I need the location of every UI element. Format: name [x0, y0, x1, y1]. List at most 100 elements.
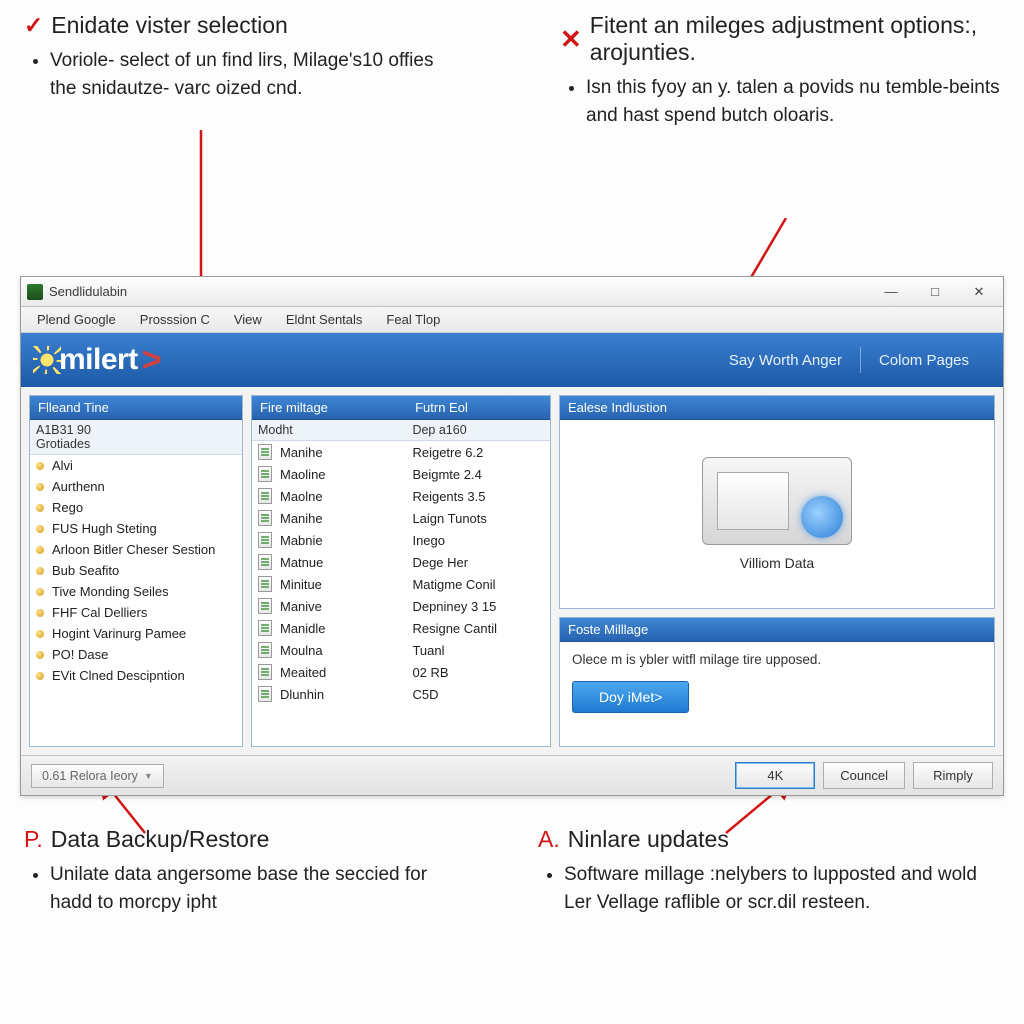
list-item[interactable]: MatnueDege Her [252, 551, 550, 573]
list-item[interactable]: Hogint Varinurg Pamee [30, 623, 242, 644]
list-item-value: Depniney 3 15 [412, 599, 544, 614]
list-item[interactable]: MabnieInego [252, 529, 550, 551]
menu-view[interactable]: View [222, 309, 274, 330]
menu-prosssion[interactable]: Prosssion C [128, 309, 222, 330]
panel-fire-miltage: Fire miltage Futrn Eol Modht Dep a160 Ma… [251, 395, 551, 747]
letter-a-icon: A. [538, 826, 560, 853]
callout-title: Fitent an mileges adjustment options:, a… [590, 12, 1000, 66]
bullet-icon [36, 672, 44, 680]
list-item-label: Hogint Varinurg Pamee [52, 626, 236, 641]
cancel-button[interactable]: Councel [823, 762, 905, 789]
list-item[interactable]: Arloon Bitler Cheser Sestion [30, 539, 242, 560]
list-item-label: Manihe [280, 511, 412, 526]
x-icon: ✕ [560, 24, 582, 55]
list-subhead[interactable]: A1B31 90 Grotiades [30, 420, 242, 455]
panel-header: Flleand Tine [30, 396, 242, 420]
bottombar: 0.61 Relora Ieory ▼ 4K Councel Rimply [21, 755, 1003, 795]
device-image [702, 457, 852, 545]
window-title: Sendlidulabin [49, 284, 127, 299]
list-item-value: Inego [412, 533, 544, 548]
touch-icon [801, 496, 843, 538]
callout-bullet: Voriole- select of un find lirs, Milage'… [50, 47, 464, 102]
list-item-label: PO! Dase [52, 647, 236, 662]
list-item[interactable]: ManiheLaign Tunots [252, 507, 550, 529]
close-button[interactable]: ✕ [957, 278, 1001, 306]
list-item[interactable]: Rego [30, 497, 242, 518]
list-item[interactable]: FHF Cal Delliers [30, 602, 242, 623]
panel-ealese-indlustion: Ealese Indlustion Villiom Data [559, 395, 995, 609]
list-item-label: Manive [280, 599, 412, 614]
list-item[interactable]: PO! Dase [30, 644, 242, 665]
bullet-icon [36, 567, 44, 575]
titlebar[interactable]: Sendlidulabin — □ ✕ [21, 277, 1003, 307]
bullet-icon [36, 588, 44, 596]
maximize-button[interactable]: □ [913, 278, 957, 306]
ok-button[interactable]: 4K [735, 762, 815, 789]
bullet-icon [36, 609, 44, 617]
list-item-value: C5D [412, 687, 544, 702]
menu-plend-google[interactable]: Plend Google [25, 309, 128, 330]
list-item-label: Alvi [52, 458, 236, 473]
list-item[interactable]: ManiveDepniney 3 15 [252, 595, 550, 617]
list-item-value: Resigne Cantil [412, 621, 544, 636]
list-item[interactable]: MaolneReigents 3.5 [252, 485, 550, 507]
list-item[interactable]: Aurthenn [30, 476, 242, 497]
callout-bottom-left: P. Data Backup/Restore Unilate data ange… [24, 826, 464, 920]
panel-foste-milllage: Foste Milllage Olece m is ybler witfl mi… [559, 617, 995, 747]
restore-label: 0.61 Relora Ieory [42, 769, 138, 783]
app-icon [27, 284, 43, 300]
list-item[interactable]: EVit Clned Descipntion [30, 665, 242, 686]
panel-body[interactable]: Modht Dep a160 ManiheReigetre 6.2Maoline… [252, 420, 550, 746]
doy-imet-button[interactable]: Doy iMet> [572, 681, 689, 713]
menu-feal-tlop[interactable]: Feal Tlop [374, 309, 452, 330]
list-item[interactable]: MaolineBeigmte 2.4 [252, 463, 550, 485]
list-item-label: EVit Clned Descipntion [52, 668, 236, 683]
list-item-label: Rego [52, 500, 236, 515]
list-item[interactable]: Meaited02 RB [252, 661, 550, 683]
list-item[interactable]: ManidleResigne Cantil [252, 617, 550, 639]
list-item-label: Manidle [280, 621, 412, 636]
panel-header: Foste Milllage [560, 618, 994, 642]
list-item-label: Moulna [280, 643, 412, 658]
app-window: Sendlidulabin — □ ✕ Plend Google Prosssi… [20, 276, 1004, 796]
bullet-icon [36, 525, 44, 533]
workarea: Flleand Tine A1B31 90 Grotiades Alvi Aurt… [21, 387, 1003, 755]
list-item-label: Dlunhin [280, 687, 412, 702]
list-item-label: Manihe [280, 445, 412, 460]
list-item-label: Aurthenn [52, 479, 236, 494]
list-subhead[interactable]: Modht Dep a160 [252, 420, 550, 441]
panel-body[interactable]: A1B31 90 Grotiades Alvi Aurthenn Rego FUS H… [30, 420, 242, 746]
list-item[interactable]: MoulnaTuanl [252, 639, 550, 661]
page-icon [258, 444, 272, 460]
panel-body: Olece m is ybler witfl milage tire uppos… [560, 642, 994, 746]
list-item[interactable]: MinitueMatigme Conil [252, 573, 550, 595]
list-item-label: Bub Seafito [52, 563, 236, 578]
list-item[interactable]: Alvi [30, 455, 242, 476]
header-link-colom-pages[interactable]: Colom Pages [861, 348, 987, 373]
header-link-say-worth-anger[interactable]: Say Worth Anger [711, 348, 860, 373]
apply-button[interactable]: Rimply [913, 762, 993, 789]
page-icon [258, 576, 272, 592]
menu-eldnt-sentals[interactable]: Eldnt Sentals [274, 309, 375, 330]
page-icon [258, 554, 272, 570]
list-item[interactable]: DlunhinC5D [252, 683, 550, 705]
check-icon: ✓ [24, 12, 43, 39]
callout-title: Ninlare updates [568, 826, 729, 853]
callout-bullet: Unilate data angersome base the seccied … [50, 861, 464, 916]
list-item-value: Reigents 3.5 [412, 489, 544, 504]
callout-bullet: Software millage :nelybers to lupposted … [564, 861, 978, 916]
restore-dropdown[interactable]: 0.61 Relora Ieory ▼ [31, 764, 164, 788]
logo-text: milert [59, 343, 138, 377]
bullet-icon [36, 630, 44, 638]
list-item[interactable]: Tive Monding Seiles [30, 581, 242, 602]
page-icon [258, 686, 272, 702]
list-item[interactable]: Bub Seafito [30, 560, 242, 581]
list-item-value: Laign Tunots [412, 511, 544, 526]
minimize-button[interactable]: — [869, 278, 913, 306]
letter-p-icon: P. [24, 826, 43, 853]
panel-header: Fire miltage Futrn Eol [252, 396, 550, 420]
list-item[interactable]: FUS Hugh Steting [30, 518, 242, 539]
list-item[interactable]: ManiheReigetre 6.2 [252, 441, 550, 463]
page-icon [258, 620, 272, 636]
panel-flleand-tine: Flleand Tine A1B31 90 Grotiades Alvi Aurt… [29, 395, 243, 747]
